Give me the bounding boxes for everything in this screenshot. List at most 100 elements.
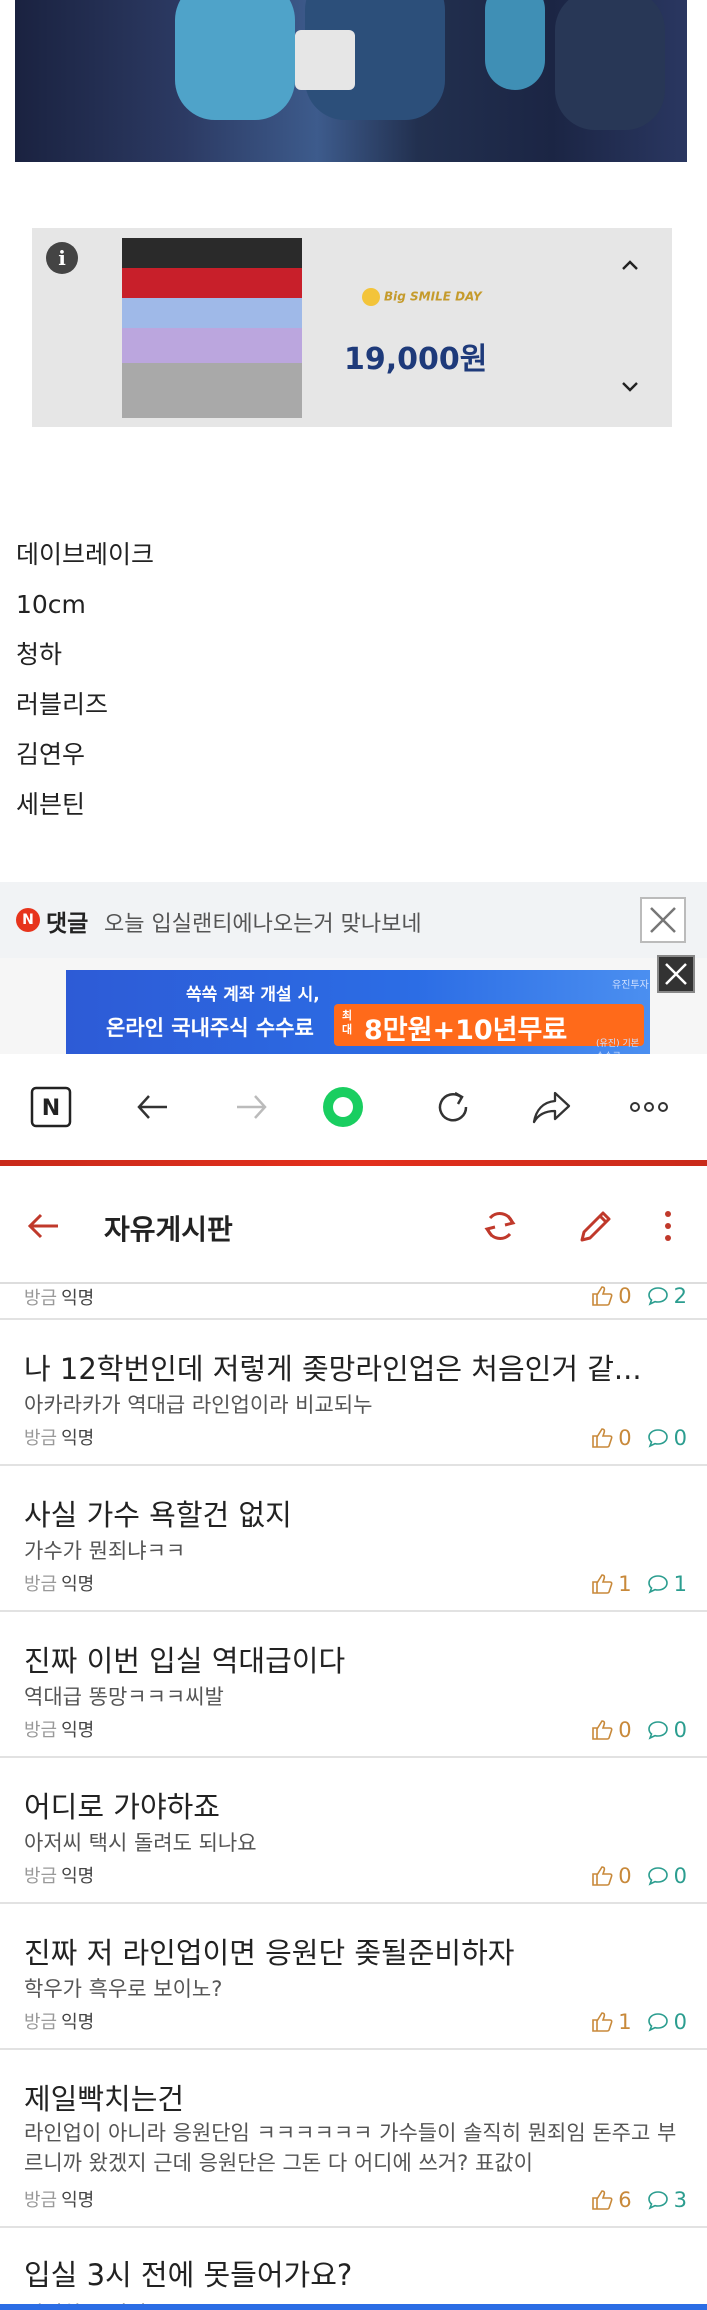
refresh-icon[interactable] (478, 1204, 522, 1248)
post-item[interactable]: 어디로 가야하죠 아저씨 택시 돌려도 되나요 방금 익명 0 0 (0, 1758, 707, 1904)
lineup-item: 세븐틴 (16, 790, 86, 819)
like-count: 1 (590, 1572, 632, 1596)
lineup-item: 10cm (16, 590, 86, 619)
post-title[interactable]: 진짜 저 라인업이면 응원단 좆될준비하자 (24, 1930, 684, 1972)
post-item[interactable]: 진짜 저 라인업이면 응원단 좆될준비하자 학우가 흑우로 보이노? 방금 익명 … (0, 1904, 707, 2050)
ad-disclaimer: (유진) 기본 수수료 (596, 1039, 640, 1054)
post-item[interactable]: 방금 익명 0 2 (0, 1284, 707, 1320)
thumbs-up-icon (592, 1286, 613, 1306)
ad-area: 쏙쏙 계좌 개설 시, 온라인 국내주식 수수료 최대 8만원+10년무료 유진… (0, 958, 707, 1054)
post-title[interactable]: 진짜 이번 입실 역대급이다 (24, 1638, 684, 1680)
post-meta: 방금 익명 (24, 1288, 95, 1309)
ad-headline: 쏙쏙 계좌 개설 시, (186, 985, 320, 1005)
comment-bar[interactable]: N 댓글 오늘 입실랜티에나오는거 맞나보네 (0, 882, 707, 958)
post-title[interactable]: 나 12학번인데 저렇게 좆망라인업은 처음인거 같... (24, 1346, 684, 1388)
speech-bubble-icon (647, 1429, 668, 1448)
post-stats: 6 3 (590, 2188, 687, 2212)
post-preview: 학우가 흑우로 보이노? (24, 1977, 223, 2001)
lineup-item: 청하 (16, 640, 63, 669)
speech-bubble-icon (647, 2013, 668, 2032)
comment-count: 0 (646, 1718, 687, 1742)
post-preview: 아카라카가 역대급 라인업이라 비교되누 (24, 1393, 373, 1417)
ad-banner[interactable]: 쏙쏙 계좌 개설 시, 온라인 국내주식 수수료 최대 8만원+10년무료 유진… (66, 970, 650, 1054)
post-meta: 방금 익명 (24, 1720, 95, 1741)
like-count: 0 (590, 1718, 632, 1742)
like-count: 0 (590, 1284, 632, 1308)
post-meta: 방금 익명 (24, 2012, 95, 2033)
comment-count: 0 (646, 1426, 687, 1450)
speech-bubble-icon (647, 1867, 668, 1886)
post-stats: 0 0 (590, 1718, 687, 1742)
crown-icon (362, 288, 380, 306)
post-item[interactable]: 진짜 이번 입실 역대급이다 역대급 똥망ㅋㅋㅋ씨발 방금 익명 0 0 (0, 1612, 707, 1758)
lineup-item: 김연우 (16, 740, 86, 769)
close-icon[interactable] (640, 897, 686, 943)
back-icon[interactable] (128, 1082, 178, 1132)
lineup-list: 데이브레이크 10cm 청하 러블리즈 김연우 세븐틴 (16, 530, 154, 830)
like-count: 0 (590, 1864, 632, 1888)
like-count: 1 (590, 2010, 632, 2034)
n-home-icon[interactable]: N (26, 1082, 76, 1132)
thumbs-up-icon (592, 1866, 613, 1886)
ad-subline: 온라인 국내주식 수수료 (106, 1016, 314, 1040)
lineup-item: 러블리즈 (16, 690, 109, 719)
post-meta: 방금 익명 (24, 1866, 95, 1887)
post-stats: 1 0 (590, 2010, 687, 2034)
thumbs-up-icon (592, 1574, 613, 1594)
forward-icon[interactable] (226, 1082, 276, 1132)
like-count: 6 (590, 2188, 632, 2212)
bottom-bar (0, 2304, 707, 2310)
post-title[interactable]: 사실 가수 욕할건 없지 (24, 1492, 684, 1534)
share-icon[interactable] (526, 1082, 576, 1132)
post-preview: 라인업이 아니라 응원단임 ㅋㅋㅋㅋㅋㅋ 가수들이 솔직히 뭔죄임 돈주고 부르… (24, 2121, 677, 2175)
like-count: 0 (590, 1426, 632, 1450)
post-preview: 역대급 똥망ㅋㅋㅋ씨발 (24, 1685, 224, 1709)
more-vertical-icon[interactable] (646, 1204, 690, 1248)
top-photo (15, 0, 687, 162)
post-item[interactable]: 제일빡치는건 라인업이 아니라 응원단임 ㅋㅋㅋㅋㅋㅋ 가수들이 솔직히 뭔죄임… (0, 2050, 707, 2228)
chevron-up-icon[interactable] (618, 254, 642, 278)
pencil-icon[interactable] (574, 1204, 618, 1248)
post-title[interactable]: 제일빡치는건 (24, 2076, 684, 2118)
comment-count: 0 (646, 2010, 687, 2034)
comment-count: 2 (646, 1284, 687, 1308)
back-arrow-icon[interactable] (24, 1206, 64, 1246)
product-image[interactable] (122, 238, 302, 418)
ad-brand: 유진투자 (612, 980, 649, 991)
product-card[interactable]: i Big SMILE DAY 19,000원 (32, 228, 672, 427)
chevron-down-icon[interactable] (618, 374, 642, 398)
page-title: 자유게시판 (104, 1213, 233, 1246)
post-preview: 아저씨 택시 돌려도 되나요 (24, 1831, 257, 1855)
post-item[interactable]: 나 12학번인데 저렇게 좆망라인업은 처음인거 같... 아카라카가 역대급 … (0, 1320, 707, 1466)
green-circle-icon[interactable] (318, 1082, 368, 1132)
post-preview: 가수가 뭔죄냐ㅋㅋ (24, 1539, 186, 1563)
post-title[interactable]: 어디로 가야하죠 (24, 1784, 684, 1826)
ad-close-icon[interactable] (657, 955, 695, 993)
post-meta: 방금 익명 (24, 2190, 95, 2211)
app-header: 자유게시판 (0, 1166, 707, 1284)
post-stats: 0 0 (590, 1864, 687, 1888)
comment-count: 1 (646, 1572, 687, 1596)
speech-bubble-icon (647, 1575, 668, 1594)
refresh-icon[interactable] (428, 1082, 478, 1132)
post-stats: 0 2 (590, 1284, 687, 1308)
comment-count: 0 (646, 1864, 687, 1888)
post-meta: 방금 익명 (24, 1428, 95, 1449)
event-badge: Big SMILE DAY (362, 288, 482, 306)
info-icon[interactable]: i (46, 242, 78, 274)
browser-toolbar: N (0, 1054, 707, 1160)
lineup-item: 데이브레이크 (16, 540, 155, 569)
comment-preview[interactable]: 오늘 입실랜티에나오는거 맞나보네 (104, 906, 422, 938)
post-title[interactable]: 입실 3시 전에 못들어가요? (24, 2252, 352, 2294)
thumbs-up-icon (592, 1720, 613, 1740)
thumbs-up-icon (592, 2012, 613, 2032)
post-meta: 방금 익명 (24, 1574, 95, 1595)
more-icon[interactable] (624, 1082, 674, 1132)
speech-bubble-icon (647, 1721, 668, 1740)
post-stats: 1 1 (590, 1572, 687, 1596)
thumbs-up-icon (592, 1428, 613, 1448)
naver-n-icon: N (16, 908, 40, 932)
post-item[interactable]: 사실 가수 욕할건 없지 가수가 뭔죄냐ㅋㅋ 방금 익명 1 1 (0, 1466, 707, 1612)
product-price: 19,000원 (344, 342, 488, 377)
post-stats: 0 0 (590, 1426, 687, 1450)
